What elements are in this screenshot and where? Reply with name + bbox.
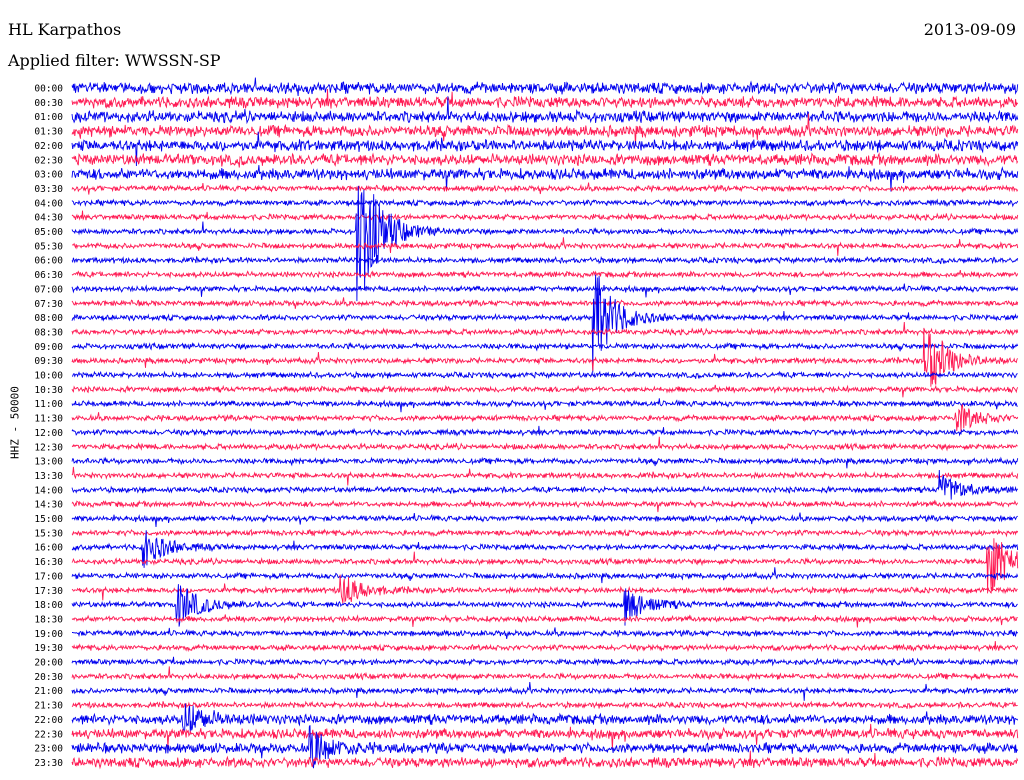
trace-row bbox=[71, 538, 1019, 594]
row-label: 20:30 bbox=[34, 672, 63, 683]
row-label: 19:00 bbox=[34, 629, 63, 640]
trace-row bbox=[71, 703, 1019, 733]
trace-row bbox=[71, 182, 1019, 195]
trace-row bbox=[71, 666, 1019, 682]
trace-row bbox=[71, 77, 1019, 97]
row-label: 00:30 bbox=[34, 98, 63, 109]
row-label: 16:30 bbox=[34, 557, 63, 568]
trace-row bbox=[71, 574, 1018, 604]
row-label: 03:30 bbox=[34, 184, 63, 195]
row-label: 22:30 bbox=[34, 729, 63, 740]
row-label: 07:00 bbox=[34, 284, 63, 295]
row-label: 23:30 bbox=[34, 758, 63, 769]
trace-row bbox=[71, 210, 1019, 222]
row-labels-group: 00:00 00:30 01:00 01:30 02:00 02:30 03:00 03:30… bbox=[34, 84, 63, 769]
row-label: 15:30 bbox=[34, 528, 63, 539]
trace-row bbox=[71, 327, 1019, 387]
trace-row bbox=[71, 700, 1018, 710]
trace-row bbox=[71, 255, 1019, 265]
trace-row bbox=[71, 198, 1019, 208]
row-label: 16:00 bbox=[34, 543, 63, 554]
row-label: 06:30 bbox=[34, 270, 63, 281]
seismogram-plot: 00:00 00:30 01:00 01:30 02:00 02:30 03:00 03:30… bbox=[34, 77, 1019, 770]
trace-row bbox=[71, 512, 1018, 528]
row-label: 00:00 bbox=[34, 84, 63, 95]
trace-row bbox=[71, 297, 1019, 309]
trace-row bbox=[71, 436, 1018, 452]
trace-row bbox=[71, 456, 1019, 469]
row-label: 18:00 bbox=[34, 600, 63, 611]
trace-row bbox=[71, 656, 1019, 667]
trace-row bbox=[71, 321, 1019, 337]
trace-row bbox=[71, 641, 1019, 653]
row-label: 12:30 bbox=[34, 442, 63, 453]
row-label: 13:30 bbox=[34, 471, 63, 482]
row-label: 17:30 bbox=[34, 586, 63, 597]
row-label: 17:00 bbox=[34, 571, 63, 582]
trace-row bbox=[71, 370, 1018, 380]
row-label: 22:00 bbox=[34, 715, 63, 726]
trace-row bbox=[71, 723, 1019, 750]
trace-row bbox=[71, 269, 1019, 279]
trace-row bbox=[72, 627, 1018, 639]
row-label: 02:30 bbox=[34, 155, 63, 166]
row-label: 13:00 bbox=[34, 457, 63, 468]
trace-row bbox=[71, 237, 1019, 256]
row-label: 09:00 bbox=[34, 342, 63, 353]
row-label: 01:00 bbox=[34, 112, 63, 123]
row-label: 05:30 bbox=[34, 241, 63, 252]
trace-row bbox=[71, 384, 1019, 398]
row-label: 20:00 bbox=[34, 658, 63, 669]
row-label: 21:00 bbox=[34, 686, 63, 697]
row-label: 10:30 bbox=[34, 385, 63, 396]
trace-row bbox=[71, 499, 1019, 513]
row-label: 09:30 bbox=[34, 356, 63, 367]
row-label: 11:00 bbox=[34, 399, 63, 410]
trace-row bbox=[71, 466, 1019, 486]
row-label: 02:00 bbox=[34, 141, 63, 152]
trace-row bbox=[71, 567, 1019, 584]
trace-row bbox=[71, 528, 1019, 538]
trace-row bbox=[71, 283, 1019, 298]
trace-row bbox=[71, 750, 1019, 770]
row-label: 19:30 bbox=[34, 643, 63, 654]
row-label: 05:00 bbox=[34, 227, 63, 238]
row-label: 10:00 bbox=[34, 371, 63, 382]
traces-group bbox=[71, 77, 1019, 770]
trace-row bbox=[71, 425, 1019, 437]
row-label: 08:00 bbox=[34, 313, 63, 324]
trace-row bbox=[71, 152, 1019, 168]
row-label: 07:30 bbox=[34, 299, 63, 310]
trace-row bbox=[71, 682, 1019, 701]
trace-row bbox=[71, 614, 1018, 628]
row-label: 18:30 bbox=[34, 614, 63, 625]
row-label: 11:30 bbox=[34, 414, 63, 425]
row-label: 12:00 bbox=[34, 428, 63, 439]
row-label: 01:30 bbox=[34, 127, 63, 138]
row-label: 14:00 bbox=[34, 485, 63, 496]
row-label: 04:00 bbox=[34, 198, 63, 209]
row-label: 08:30 bbox=[34, 327, 63, 338]
row-label: 15:00 bbox=[34, 514, 63, 525]
row-label: 06:00 bbox=[34, 256, 63, 267]
trace-row bbox=[71, 341, 1019, 352]
row-label: 14:30 bbox=[34, 500, 63, 511]
row-label: 03:00 bbox=[34, 170, 63, 181]
row-label: 04:30 bbox=[34, 213, 63, 224]
trace-row bbox=[71, 530, 1019, 568]
trace-row bbox=[71, 88, 1019, 110]
row-label: 23:00 bbox=[34, 744, 63, 755]
trace-row bbox=[71, 398, 1018, 413]
row-label: 21:30 bbox=[34, 701, 63, 712]
